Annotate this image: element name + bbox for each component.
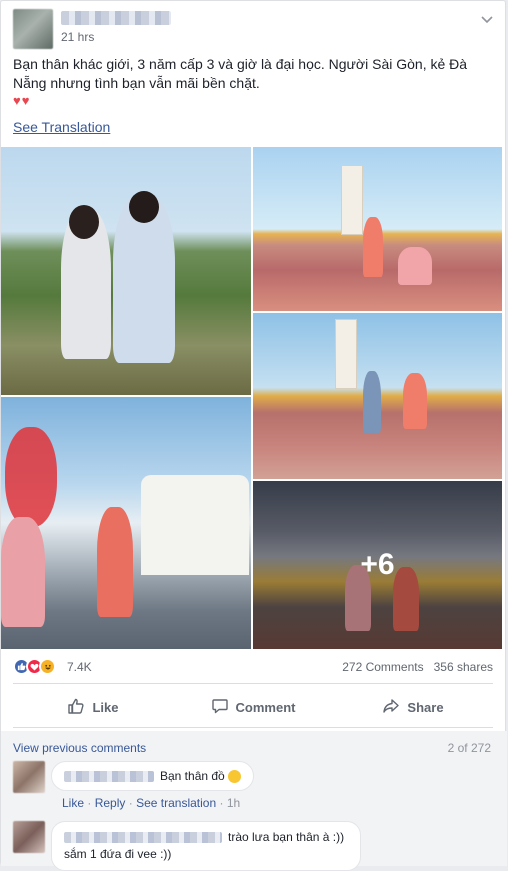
see-translation-link[interactable]: See Translation — [13, 119, 110, 135]
reactions-count[interactable]: 7.4K — [67, 660, 92, 674]
haha-reaction-icon — [39, 658, 56, 675]
comment-time[interactable]: 1h — [227, 796, 240, 810]
more-photos-count[interactable]: +6 — [253, 481, 502, 649]
comment-reply-link[interactable]: Reply — [95, 796, 126, 810]
comment-see-translation-link[interactable]: See translation — [136, 796, 216, 810]
comment-bubble: Bạn thân đồ — [51, 761, 254, 792]
commenter-avatar[interactable] — [13, 761, 45, 793]
post-card: 21 hrs Bạn thân khác giới, 3 năm cấp 3 v… — [0, 0, 507, 871]
author-name-blurred[interactable] — [61, 11, 171, 25]
post-caption: Bạn thân khác giới, 3 năm cấp 3 và giờ l… — [13, 56, 468, 91]
share-button[interactable]: Share — [333, 689, 493, 725]
like-label: Like — [92, 699, 119, 715]
comment-actions: Like · Reply · See translation · 1h — [62, 796, 241, 810]
post-header: 21 hrs — [13, 9, 493, 49]
commenter-name-blurred[interactable] — [64, 771, 154, 783]
comment-text: Bạn thân đồ — [160, 769, 225, 783]
photo-4[interactable] — [1, 397, 251, 649]
comment-text-line2: sắm 1 đứa đi vee :)) — [64, 847, 172, 861]
photo-grid: +6 — [1, 147, 507, 649]
comments-section: View previous comments 2 of 272 Bạn thân… — [1, 731, 507, 871]
divider — [13, 683, 493, 684]
photo-5-more[interactable]: +6 — [253, 481, 502, 649]
reaction-icons[interactable] — [13, 658, 56, 675]
post-timestamp[interactable]: 21 hrs — [61, 30, 94, 44]
comments-pager: 2 of 272 — [447, 741, 491, 755]
commenter-avatar[interactable] — [13, 821, 45, 853]
post-actions: Like Comment Share — [13, 689, 493, 725]
shares-count[interactable]: 356 shares — [434, 660, 493, 674]
comment-text-line1: trào lưa bạn thân à :)) — [228, 830, 345, 844]
comment-bubble: trào lưa bạn thân à :)) sắm 1 đứa đi vee… — [51, 821, 361, 871]
comment-icon — [211, 697, 229, 718]
post-stats: 7.4K 272 Comments 356 shares — [13, 657, 493, 677]
photo-3[interactable] — [253, 313, 502, 479]
photo-1[interactable] — [1, 147, 251, 395]
emoji-icon — [227, 770, 241, 784]
share-icon — [382, 697, 400, 718]
chevron-down-icon[interactable] — [481, 11, 493, 27]
view-previous-comments-link[interactable]: View previous comments — [13, 741, 146, 755]
divider — [13, 727, 493, 728]
comment-label: Comment — [235, 699, 296, 715]
comments-count[interactable]: 272 Comments — [342, 660, 423, 674]
commenter-name-blurred[interactable] — [64, 832, 222, 844]
like-button[interactable]: Like — [13, 689, 173, 725]
share-label: Share — [407, 699, 444, 715]
comments-shares-count: 272 Comments 356 shares — [342, 660, 493, 674]
comment-button[interactable]: Comment — [173, 689, 333, 725]
photo-2[interactable] — [253, 147, 502, 311]
comment-like-link[interactable]: Like — [62, 796, 84, 810]
heart-emoji-icon: ♥♥ — [13, 93, 31, 108]
thumbs-up-icon — [67, 697, 85, 718]
author-avatar[interactable] — [13, 9, 53, 49]
